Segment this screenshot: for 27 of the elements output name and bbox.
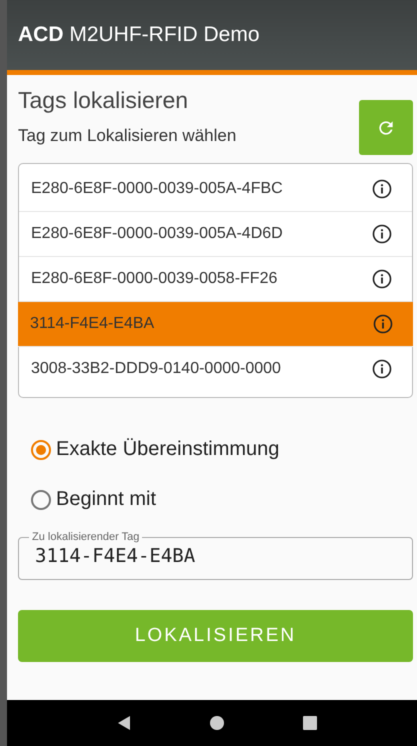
tag-id: 3008-33B2-DDD9-0140-0000-0000: [31, 360, 281, 378]
info-icon[interactable]: [372, 179, 392, 199]
tag-list-item[interactable]: 3008-33B2-DDD9-0140-0000-0000: [19, 347, 412, 391]
info-icon[interactable]: [373, 314, 393, 334]
tag-input-field[interactable]: Zu lokalisierender Tag 3114-F4E4-E4BA: [18, 531, 413, 580]
tag-id: E280-6E8F-0000-0039-005A-4FBC: [31, 180, 283, 198]
info-icon[interactable]: [372, 269, 392, 289]
tag-list-item[interactable]: E280-6E8F-0000-0039-005A-4D6D: [19, 212, 412, 257]
page-heading: Tags lokalisieren: [18, 87, 190, 114]
radio-label: Exakte Übereinstimmung: [56, 438, 280, 461]
field-value: 3114-F4E4-E4BA: [35, 545, 196, 567]
app-title: ACD M2UHF-RFID Demo: [18, 23, 260, 47]
info-icon[interactable]: [372, 224, 392, 244]
recents-icon[interactable]: [302, 715, 318, 731]
tag-list-item[interactable]: 3114-F4E4-E4BA: [18, 302, 413, 347]
tag-id: 3114-F4E4-E4BA: [30, 315, 154, 333]
radio-option[interactable]: Exakte Übereinstimmung: [30, 438, 413, 461]
home-icon[interactable]: [208, 715, 225, 731]
radio-label: Beginnt mit: [56, 488, 156, 511]
list-label: Tag zum Lokalisieren wählen: [18, 126, 236, 146]
tag-list-item[interactable]: E280-6E8F-0000-0039-005A-4FBC: [19, 167, 412, 212]
tag-id: E280-6E8F-0000-0039-0058-FF26: [31, 270, 278, 288]
info-icon[interactable]: [372, 359, 392, 379]
tag-id: E280-6E8F-0000-0039-005A-4D6D: [31, 225, 283, 243]
back-icon[interactable]: [116, 715, 132, 731]
radio-option[interactable]: Beginnt mit: [30, 488, 413, 511]
field-label: Zu lokalisierender Tag: [31, 531, 140, 543]
